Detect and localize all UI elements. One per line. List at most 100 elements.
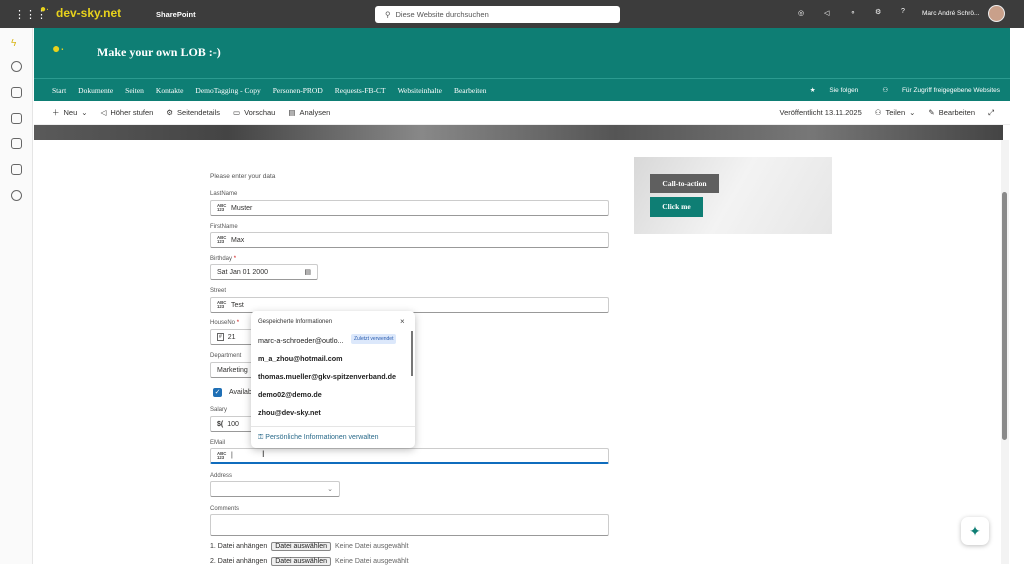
lastname-field[interactable]: ABC 123 Muster — [210, 200, 609, 216]
firstname-value: Max — [231, 236, 245, 244]
close-icon[interactable]: × — [400, 317, 405, 326]
left-rail: ϟ — [0, 28, 33, 564]
analytics-button[interactable]: ▤ Analysen — [288, 108, 330, 117]
attachment-1: 1. Datei anhängen Datei auswählen Keine Da… — [210, 542, 409, 551]
birthday-label: Birthday * — [210, 256, 237, 262]
search-icon: ⚲ — [385, 10, 391, 19]
copilot-icon[interactable]: ◎ — [798, 9, 804, 17]
search-input[interactable]: ⚲ Diese Website durchsuchen — [375, 6, 620, 23]
popup-scrollbar[interactable] — [411, 331, 413, 376]
brand-logo-icon: ●∙ — [40, 4, 49, 15]
files-icon[interactable] — [11, 164, 22, 175]
news-icon[interactable] — [11, 87, 22, 98]
site-nav: Start Dokumente Seiten Kontakte DemoTagg… — [34, 78, 1010, 101]
autofill-popup: Gespeicherte Informationen × marc-a-schr… — [251, 311, 415, 448]
nav-personen[interactable]: Personen-PROD — [273, 86, 323, 95]
follow-button[interactable]: ★ Sie folgen — [798, 86, 859, 94]
nav-seiten[interactable]: Seiten — [125, 86, 144, 95]
click-me-button[interactable]: Click me — [650, 197, 703, 217]
text-cursor: | — [231, 452, 233, 459]
autofill-item[interactable]: m_a_zhou@hotmail.com — [258, 354, 343, 363]
megaphone-icon[interactable]: ◁ — [824, 9, 829, 17]
site-title[interactable]: Make your own LOB :-) — [97, 45, 221, 60]
document-icon[interactable] — [11, 113, 22, 124]
manage-info-link[interactable]: ⚿ Persönliche Informationen verwalten — [258, 434, 379, 442]
cta-label: Call-to-action — [650, 174, 719, 193]
nav-requests[interactable]: Requests-FB-CT — [335, 86, 386, 95]
help-icon[interactable]: ? — [901, 8, 905, 15]
avatar[interactable] — [988, 5, 1005, 22]
comments-textarea[interactable] — [210, 514, 609, 536]
currency-icon: $( — [217, 420, 224, 428]
share-icon[interactable]: ⚬ — [850, 9, 856, 17]
page-details-button[interactable]: ⚙ Seitendetails — [166, 108, 220, 117]
available-checkbox[interactable]: ✓ — [213, 388, 222, 397]
salary-label: Salary — [210, 407, 228, 413]
chevron-down-icon: ⌄ — [327, 486, 333, 493]
form-intro: Please enter your data — [210, 173, 276, 180]
address-dropdown[interactable]: ⌄ — [210, 481, 340, 497]
promote-button[interactable]: ◁ Höher stufen — [101, 108, 154, 117]
promote-icon: ◁ — [100, 108, 107, 117]
choose-file-button[interactable]: Datei auswählen — [271, 557, 331, 566]
text-type-icon: ABC 123 — [217, 235, 227, 244]
new-button[interactable]: ＋ Neu ⌄ — [52, 107, 88, 118]
nav-websiteinhalte[interactable]: Websiteinhalte — [398, 86, 442, 95]
firstname-field[interactable]: ABC 123 Max — [210, 232, 609, 248]
edit-button[interactable]: ✎ Bearbeiten — [928, 108, 975, 117]
ibeam-cursor-icon: I — [262, 449, 265, 459]
nav-kontakte[interactable]: Kontakte — [156, 86, 184, 95]
shared-sites-button[interactable]: ⚇ Für Zugriff freigegebene Websites — [870, 86, 1000, 94]
birthday-field[interactable]: Sat Jan 01 2000 ▤ — [210, 264, 318, 280]
nav-bearbeiten[interactable]: Bearbeiten — [454, 86, 486, 95]
copilot-sparkle-icon[interactable]: ✦ — [961, 517, 989, 545]
site-logo-icon: ●∙ — [52, 40, 65, 56]
lastname-value: Muster — [231, 204, 253, 212]
site-header: ●∙ Make your own LOB :-) — [34, 28, 1010, 78]
globe-icon[interactable] — [11, 61, 22, 72]
email-label: EMail — [210, 440, 226, 446]
nav-start[interactable]: Start — [52, 86, 66, 95]
recent-badge: Zuletzt verwendet — [351, 334, 397, 344]
site-logo-icon[interactable]: ϟ — [11, 38, 16, 49]
calendar-icon[interactable]: ▤ — [304, 268, 311, 276]
preview-button[interactable]: ▭ Vorschau — [233, 108, 275, 117]
share-button[interactable]: ⚇ Teilen ⌄ — [875, 108, 916, 117]
search-placeholder: Diese Website durchsuchen — [395, 10, 489, 19]
gear-icon: ⚙ — [166, 108, 174, 117]
pencil-icon: ✎ — [928, 108, 935, 117]
follow-label: Sie folgen — [829, 87, 859, 94]
houseno-value: 21 — [227, 333, 236, 341]
command-bar: ＋ Neu ⌄ ◁ Höher stufen ⚙ Seitendetails ▭ Vors… — [34, 101, 1010, 125]
choose-file-button[interactable]: Datei auswählen — [271, 542, 331, 551]
nav-demotagging[interactable]: DemoTagging - Copy — [195, 86, 260, 95]
autofill-item[interactable]: thomas.mueller@gkv-spitzenverband.de — [258, 372, 396, 381]
gear-icon[interactable]: ⚙ — [875, 8, 881, 16]
share-label: Teilen — [885, 108, 906, 117]
autofill-item[interactable]: demo02@demo.de — [258, 390, 322, 399]
hero-image — [34, 125, 1003, 140]
new-label: Neu — [63, 108, 78, 117]
promote-label: Höher stufen — [110, 108, 154, 117]
people-icon: ⚇ — [882, 87, 890, 94]
brand-name[interactable]: dev-sky.net — [56, 6, 121, 20]
autofill-item[interactable]: zhou@dev-sky.net — [258, 408, 321, 417]
autofill-item[interactable]: marc-a-schroeder@outlo... — [258, 336, 344, 345]
preview-icon: ▭ — [232, 108, 241, 117]
suite-bar: ⋮⋮⋮ ●∙ dev-sky.net SharePoint ⚲ Diese Web… — [0, 0, 1024, 28]
add-icon[interactable] — [11, 190, 22, 201]
analytics-label: Analysen — [299, 108, 331, 117]
street-value: Test — [231, 301, 244, 309]
nav-dokumente[interactable]: Dokumente — [78, 86, 113, 95]
expand-icon[interactable]: ⤢ — [988, 108, 994, 118]
app-name[interactable]: SharePoint — [156, 10, 196, 19]
share-icon: ⚇ — [874, 108, 882, 117]
preview-label: Vorschau — [244, 108, 276, 117]
scrollbar-thumb[interactable] — [1002, 192, 1007, 440]
user-name[interactable]: Marc André Schrö... — [922, 10, 979, 17]
comments-label: Comments — [210, 506, 240, 512]
edit-label: Bearbeiten — [938, 108, 975, 117]
email-field[interactable]: ABC 123 | — [210, 448, 609, 464]
plus-icon: ＋ — [52, 108, 60, 117]
database-icon[interactable] — [11, 138, 22, 149]
